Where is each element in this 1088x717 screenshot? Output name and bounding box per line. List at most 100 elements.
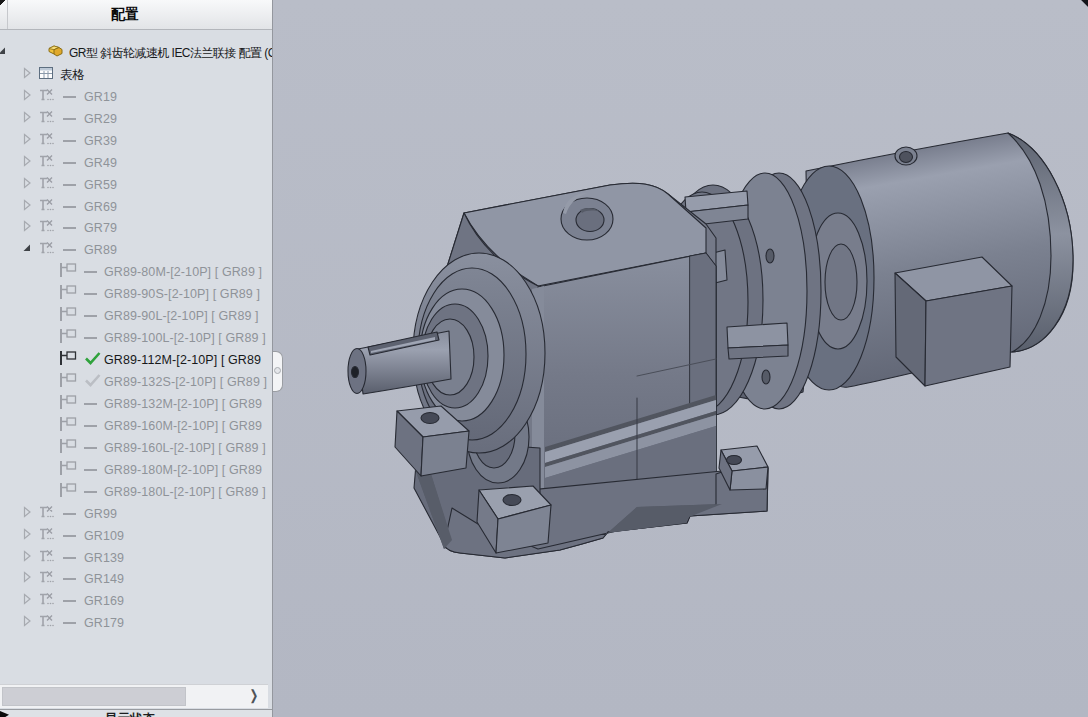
expander-expanded-icon[interactable]	[19, 240, 35, 260]
tree-row-gr39[interactable]: GR39	[0, 130, 272, 152]
tree-row-gr139[interactable]: GR139	[0, 547, 272, 569]
gear-reducer-model	[273, 0, 1088, 717]
tree-row-gr69[interactable]: GR69	[0, 196, 272, 218]
derived-config-icon	[58, 393, 80, 414]
dash-marker	[63, 140, 76, 142]
expander-collapsed-icon[interactable]	[19, 548, 35, 568]
tree-row-gr-iec-gr[interactable]: GR型 斜齿轮减速机 IEC法兰联接 配置 (GR	[0, 42, 272, 64]
dash-marker	[84, 425, 97, 427]
tree-row-gr89-180l-2-10p-gr89-[interactable]: GR89-180L-[2-10P] [ GR89 ]	[0, 481, 272, 503]
tree-row-label: GR99	[84, 507, 117, 521]
tree-row-gr29[interactable]: GR29	[0, 108, 272, 130]
dash-marker	[84, 315, 97, 317]
derived-config-icon	[58, 372, 80, 393]
header-divider	[7, 0, 8, 29]
configuration-icon	[37, 547, 59, 568]
derived-config-icon	[58, 437, 80, 458]
tree-row-label: GR169	[84, 594, 124, 608]
tree-row-gr49[interactable]: GR49	[0, 152, 272, 174]
tree-row-gr79[interactable]: GR79	[0, 218, 272, 240]
tree-row-gr89-100l-2-10p-gr89-[interactable]: GR89-100L-[2-10P] [ GR89 ]	[0, 327, 272, 349]
active-check-icon	[84, 351, 102, 370]
expander-collapsed-icon[interactable]	[19, 197, 35, 217]
tree-row-label: GR89-80M-[2-10P] [ GR89 ]	[104, 265, 262, 279]
tree-row-gr89[interactable]: GR89	[0, 239, 272, 261]
dash-marker	[84, 271, 97, 273]
tree-row-label: GR39	[84, 134, 117, 148]
dash-marker	[63, 557, 76, 559]
dash-marker	[63, 118, 76, 120]
expander-collapsed-icon[interactable]	[19, 218, 35, 238]
dash-marker	[84, 491, 97, 493]
tree-row-label: GR89	[84, 243, 117, 257]
design-table-icon	[37, 64, 55, 85]
tree-row-gr169[interactable]: GR169	[0, 590, 272, 612]
tree-row--[interactable]: 表格	[0, 64, 272, 86]
tree-row-label: GR89-180M-[2-10P] [ GR89	[104, 463, 262, 477]
scrollbar-right-arrow[interactable]: ❯	[250, 687, 259, 703]
tree-row-label: GR69	[84, 200, 117, 214]
scrollbar-thumb[interactable]	[2, 687, 186, 706]
tree-row-gr109[interactable]: GR109	[0, 525, 272, 547]
mouse-cursor	[0, 711, 9, 717]
tree-row-gr89-90s-2-10p-gr89-[interactable]: GR89-90S-[2-10P] [ GR89 ]	[0, 283, 272, 305]
expander-collapsed-icon[interactable]	[19, 591, 35, 611]
tree-row-gr89-80m-2-10p-gr89-[interactable]: GR89-80M-[2-10P] [ GR89 ]	[0, 261, 272, 283]
configurations-root-icon	[47, 42, 65, 63]
dash-marker	[63, 513, 76, 515]
tree-row-label: GR19	[84, 90, 117, 104]
tree-row-gr179[interactable]: GR179	[0, 612, 272, 634]
configuration-icon	[37, 613, 59, 634]
dash-marker	[63, 249, 76, 251]
tree-row-label: GR149	[84, 572, 124, 586]
expander-collapsed-icon[interactable]	[19, 109, 35, 129]
tree-row-gr89-160m-2-10p-gr89[interactable]: GR89-160M-[2-10P] [ GR89	[0, 415, 272, 437]
expander-collapsed-icon[interactable]	[19, 504, 35, 524]
tree-row-gr89-180m-2-10p-gr89[interactable]: GR89-180M-[2-10P] [ GR89	[0, 459, 272, 481]
configuration-manager-panel: 配置 GR型 斜齿轮减速机 IEC法兰联接 配置 (GR表格GR19GR29GR…	[0, 0, 273, 717]
expander-expanded-icon[interactable]	[0, 43, 10, 63]
tree-row-label: GR89-132S-[2-10P] [ GR89 ]	[104, 375, 267, 389]
dash-marker	[84, 469, 97, 471]
dash-marker	[63, 622, 76, 624]
expander-collapsed-icon[interactable]	[19, 131, 35, 151]
3d-viewport[interactable]	[273, 0, 1088, 717]
tree-row-label: GR89-90L-[2-10P] [ GR89 ]	[104, 309, 259, 323]
derived-config-icon-active	[58, 350, 80, 371]
derived-config-icon	[58, 328, 80, 349]
expander-collapsed-icon[interactable]	[19, 175, 35, 195]
terminal-box	[895, 257, 1012, 386]
derived-config-icon	[58, 306, 80, 327]
tree-row-gr89-132s-2-10p-gr89-[interactable]: GR89-132S-[2-10P] [ GR89 ]	[0, 371, 272, 393]
panel-title: 配置	[111, 6, 139, 24]
expander-collapsed-icon[interactable]	[19, 569, 35, 589]
expander-collapsed-icon[interactable]	[19, 526, 35, 546]
expander-collapsed-icon[interactable]	[19, 613, 35, 633]
expander-collapsed-icon[interactable]	[19, 87, 35, 107]
derived-config-icon	[58, 415, 80, 436]
tree-row-gr19[interactable]: GR19	[0, 86, 272, 108]
tree-row-gr89-90l-2-10p-gr89-[interactable]: GR89-90L-[2-10P] [ GR89 ]	[0, 305, 272, 327]
configuration-icon	[37, 108, 59, 129]
tree-row-gr89-112m-2-10p-gr89[interactable]: GR89-112M-[2-10P] [ GR89	[0, 349, 272, 371]
panel-splitter-handle[interactable]	[273, 351, 283, 392]
dash-marker	[63, 535, 76, 537]
tree-row-label: 表格	[60, 66, 85, 83]
tree-row-gr99[interactable]: GR99	[0, 503, 272, 525]
viewport-corner-mark	[1081, 0, 1088, 10]
dash-marker	[63, 184, 76, 186]
tree-row-gr89-132m-2-10p-gr89[interactable]: GR89-132M-[2-10P] [ GR89	[0, 393, 272, 415]
horizontal-scrollbar[interactable]: ❯	[0, 684, 268, 708]
configuration-icon	[37, 174, 59, 195]
dash-marker	[63, 162, 76, 164]
tree-row-gr89-160l-2-10p-gr89-[interactable]: GR89-160L-[2-10P] [ GR89 ]	[0, 437, 272, 459]
configuration-icon	[37, 591, 59, 612]
expander-collapsed-icon[interactable]	[19, 153, 35, 173]
tree-row-gr59[interactable]: GR59	[0, 174, 272, 196]
tree-row-gr149[interactable]: GR149	[0, 569, 272, 591]
tree-row-label: GR89-180L-[2-10P] [ GR89 ]	[104, 485, 266, 499]
expander-collapsed-icon[interactable]	[19, 65, 35, 85]
dash-marker	[63, 227, 76, 229]
configuration-tree: GR型 斜齿轮减速机 IEC法兰联接 配置 (GR 表格 GR19 GR29 GR39 G…	[0, 42, 272, 634]
configuration-icon	[37, 569, 59, 590]
